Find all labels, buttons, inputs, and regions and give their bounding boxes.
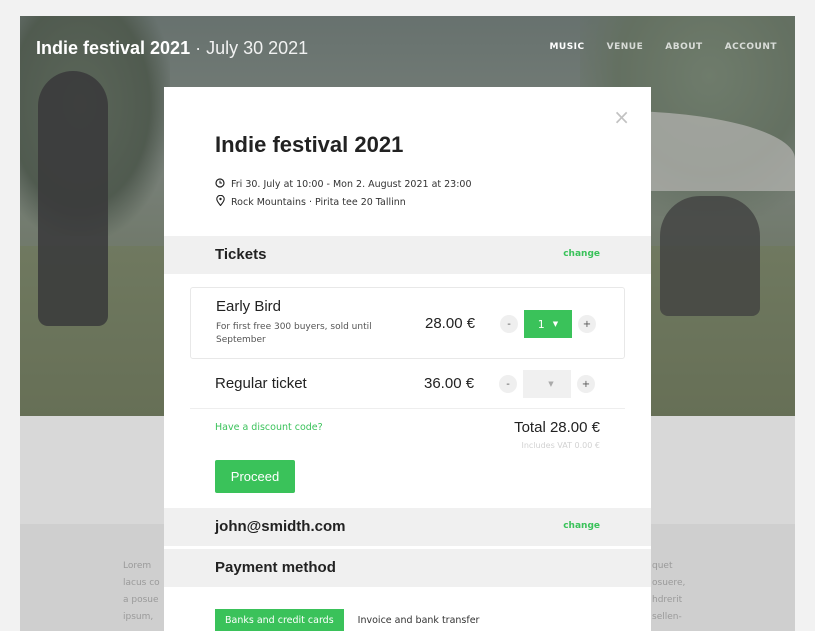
tickets-heading: Tickets (215, 246, 267, 263)
lorem-line: quet (652, 561, 673, 571)
proceed-button[interactable]: Proceed (215, 460, 295, 493)
lorem-line: hdrerit (652, 595, 683, 605)
ticket-row-early-bird: Early Bird For first free 300 buyers, so… (190, 287, 625, 359)
ticket-price: 36.00 € (424, 375, 475, 392)
clock-icon (215, 178, 225, 191)
increase-button[interactable]: + (577, 375, 595, 393)
hero-nav: MUSIC VENUE ABOUT ACCOUNT (549, 42, 777, 52)
tickets-section-header: Tickets change (164, 236, 651, 274)
email-change-link[interactable]: change (563, 521, 600, 531)
ticket-description: For first free 300 buyers, sold until Se… (216, 322, 372, 345)
tab-invoice-bank-transfer[interactable]: Invoice and bank transfer (358, 615, 480, 626)
decrease-button[interactable]: - (500, 315, 518, 333)
checkout-modal: × Indie festival 2021 Fri 30. July at 10… (164, 87, 651, 631)
payment-section-header: Payment method (164, 549, 651, 587)
lorem-line: Lorem (123, 561, 152, 571)
email-value: john@smidth.com (215, 518, 346, 535)
tickets-change-link[interactable]: change (563, 249, 600, 259)
lorem-line: lacus co (123, 578, 160, 588)
quantity-value: 1 (537, 317, 545, 331)
event-location: Rock Mountains · Pirita tee 20 Tallinn (215, 194, 406, 209)
nav-item-music[interactable]: MUSIC (549, 42, 584, 52)
event-datetime: Fri 30. July at 10:00 - Mon 2. August 20… (215, 178, 472, 191)
location-pin-icon (215, 194, 225, 209)
increase-button[interactable]: + (578, 315, 596, 333)
lorem-line: sellen- (652, 612, 682, 622)
page: Indie festival 2021 · July 30 2021 MUSIC… (0, 0, 815, 631)
hero-title: Indie festival 2021 · July 30 2021 (36, 38, 308, 59)
lorem-text-right: quet osuere, hdrerit sellen- (652, 558, 712, 626)
discount-code-link[interactable]: Have a discount code? (215, 422, 323, 433)
quantity-select[interactable]: ▼ (523, 370, 571, 398)
close-icon[interactable]: × (613, 107, 630, 127)
vat-note: Includes VAT 0.00 € (521, 441, 600, 450)
quantity-stepper: - 1 ▼ + (500, 310, 596, 338)
event-datetime-text: Fri 30. July at 10:00 - Mon 2. August 20… (231, 179, 472, 190)
payment-method-tabs: Banks and credit cards Invoice and bank … (215, 609, 479, 631)
tab-banks-and-cards[interactable]: Banks and credit cards (215, 609, 344, 631)
email-section-header: john@smidth.com change (164, 508, 651, 546)
payment-heading: Payment method (215, 559, 336, 576)
nav-item-venue[interactable]: VENUE (607, 42, 644, 52)
modal-title: Indie festival 2021 (215, 132, 404, 157)
ticket-price: 28.00 € (425, 315, 476, 332)
ticket-name: Early Bird (216, 298, 282, 315)
order-total: Total 28.00 € (514, 419, 600, 436)
quantity-stepper: - ▼ + (499, 370, 595, 398)
hero-event-date: · July 30 2021 (190, 38, 309, 58)
decrease-button[interactable]: - (499, 375, 517, 393)
caret-down-icon: ▼ (548, 380, 554, 388)
nav-item-about[interactable]: ABOUT (665, 42, 702, 52)
caret-down-icon: ▼ (552, 320, 559, 328)
lorem-line: osuere, (652, 578, 686, 588)
nav-item-account[interactable]: ACCOUNT (725, 42, 777, 52)
event-location-text: Rock Mountains · Pirita tee 20 Tallinn (231, 196, 406, 208)
hero-event-name: Indie festival 2021 (36, 38, 191, 58)
quantity-select[interactable]: 1 ▼ (524, 310, 572, 338)
lorem-text-left: Lorem lacus co a posue ipsum, (123, 558, 165, 626)
lorem-line: ipsum, (123, 612, 154, 622)
lorem-line: a posue (123, 595, 159, 605)
ticket-row-regular: Regular ticket 36.00 € - ▼ + (190, 361, 625, 409)
ticket-name: Regular ticket (215, 375, 307, 392)
